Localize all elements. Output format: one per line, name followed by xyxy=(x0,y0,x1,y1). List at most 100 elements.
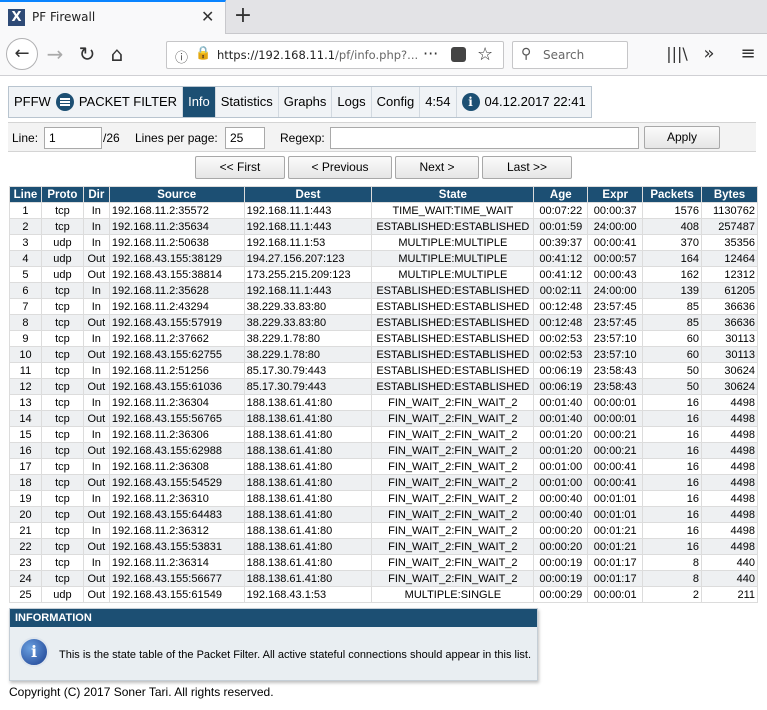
tab-config[interactable]: Config xyxy=(372,87,421,117)
table-row: 13 tcp In 192.168.11.2:36304 188.138.61.41:8… xyxy=(9,394,758,411)
table-row: 20 tcp Out 192.168.43.155:64483 188.138.61.4… xyxy=(9,506,758,523)
cell-dest: 192.168.43.1:53 xyxy=(243,586,373,603)
cell-dest: 192.168.11.1:443 xyxy=(243,282,373,299)
cell-source: 192.168.11.2:36312 xyxy=(108,522,245,539)
last-page-button[interactable]: Last >> xyxy=(482,156,572,179)
cell-proto: udp xyxy=(40,234,84,251)
menu-icon[interactable] xyxy=(55,93,74,111)
table-row: 8 tcp Out 192.168.43.155:57919 38.229.33.83:… xyxy=(9,314,758,331)
cell-expr: 00:00:43 xyxy=(587,266,644,283)
cell-state: MULTIPLE:SINGLE xyxy=(371,586,535,603)
forward-arrow-icon[interactable]: → xyxy=(40,39,70,69)
page-actions-icon[interactable]: ··· xyxy=(423,44,438,63)
cell-expr: 00:00:41 xyxy=(587,234,644,251)
cell-dir: Out xyxy=(82,314,110,331)
cell-expr: 23:58:43 xyxy=(587,362,644,379)
cell-state: FIN_WAIT_2:FIN_WAIT_2 xyxy=(371,506,535,523)
cell-line: 7 xyxy=(9,298,42,315)
packet-filter-menu[interactable]: PACKET FILTER xyxy=(79,87,177,117)
col-header-dir[interactable]: Dir xyxy=(82,186,110,203)
col-header-age[interactable]: Age xyxy=(533,186,589,203)
tab-graphs[interactable]: Graphs xyxy=(279,87,333,117)
table-row: 19 tcp In 192.168.11.2:36310 188.138.61.41:8… xyxy=(9,490,758,507)
cell-source: 192.168.43.155:38814 xyxy=(108,266,245,283)
cell-dest: 38.229.33.83:80 xyxy=(243,314,373,331)
cell-expr: 00:00:41 xyxy=(587,458,644,475)
tab-statistics[interactable]: Statistics xyxy=(216,87,279,117)
col-header-bytes[interactable]: Bytes xyxy=(701,186,758,203)
cell-proto: tcp xyxy=(40,554,84,571)
line-input[interactable] xyxy=(44,127,102,149)
cell-age: 00:06:19 xyxy=(533,362,589,379)
hamburger-menu-icon[interactable]: ≡ xyxy=(733,39,763,69)
col-header-state[interactable]: State xyxy=(371,186,535,203)
col-header-packets[interactable]: Packets xyxy=(642,186,703,203)
cell-dir: In xyxy=(82,490,110,507)
col-header-dest[interactable]: Dest xyxy=(243,186,373,203)
home-icon[interactable]: ⌂ xyxy=(102,39,132,69)
cell-state: ESTABLISHED:ESTABLISHED xyxy=(371,330,535,347)
regexp-input[interactable] xyxy=(330,127,639,149)
bookmark-star-icon[interactable]: ☆ xyxy=(477,44,493,65)
tab-info[interactable]: Info xyxy=(183,87,216,117)
back-arrow-icon[interactable]: ← xyxy=(6,38,38,70)
cell-line: 11 xyxy=(9,362,42,379)
cell-bytes: 440 xyxy=(701,554,758,571)
info-icon[interactable]: i xyxy=(461,93,480,111)
cell-dir: In xyxy=(82,202,110,219)
cell-bytes: 36636 xyxy=(701,298,758,315)
first-page-button[interactable]: << First xyxy=(195,156,285,179)
close-tab-icon[interactable]: ✕ xyxy=(201,7,214,26)
apply-button[interactable]: Apply xyxy=(644,126,720,149)
col-header-source[interactable]: Source xyxy=(108,186,245,203)
cell-state: FIN_WAIT_2:FIN_WAIT_2 xyxy=(371,410,535,427)
cell-age: 00:00:19 xyxy=(533,570,589,587)
col-header-proto[interactable]: Proto xyxy=(40,186,84,203)
cell-dir: In xyxy=(82,330,110,347)
new-tab-icon[interactable]: + xyxy=(230,2,256,30)
lines-per-page-input[interactable] xyxy=(225,127,265,149)
previous-page-button[interactable]: < Previous xyxy=(288,156,392,179)
pocket-icon[interactable] xyxy=(451,47,466,62)
cell-line: 14 xyxy=(9,410,42,427)
browser-tab[interactable]: X PF Firewall ✕ xyxy=(0,0,226,34)
cell-packets: 16 xyxy=(642,458,703,475)
url-text[interactable]: https://192.168.11.1/pf/info.php?... xyxy=(217,48,418,62)
table-row: 25 udp Out 192.168.43.155:61549 192.168.43.1… xyxy=(9,586,758,603)
lines-per-page-label: Lines per page: xyxy=(135,131,218,145)
library-icon[interactable]: |||\ xyxy=(662,39,692,69)
cell-bytes: 12312 xyxy=(701,266,758,283)
cell-age: 00:01:59 xyxy=(533,218,589,235)
overflow-chevron-icon[interactable]: » xyxy=(694,39,724,69)
cell-packets: 16 xyxy=(642,426,703,443)
tab-logs[interactable]: Logs xyxy=(332,87,372,117)
reload-icon[interactable]: ↻ xyxy=(72,39,102,69)
cell-proto: tcp xyxy=(40,298,84,315)
cell-dir: Out xyxy=(82,250,110,267)
cell-bytes: 4498 xyxy=(701,506,758,523)
cell-line: 25 xyxy=(9,586,42,603)
col-header-expr[interactable]: Expr xyxy=(587,186,644,203)
table-row: 16 tcp Out 192.168.43.155:62988 188.138.61.4… xyxy=(9,442,758,459)
cell-dir: In xyxy=(82,394,110,411)
cell-line: 20 xyxy=(9,506,42,523)
cell-packets: 2 xyxy=(642,586,703,603)
url-bar[interactable]: ⓘ 🔒 https://192.168.11.1/pf/info.php?...… xyxy=(166,41,504,69)
cell-age: 00:07:22 xyxy=(533,202,589,219)
warning-lock-icon[interactable]: 🔒 xyxy=(195,46,211,61)
cell-line: 17 xyxy=(9,458,42,475)
col-header-line[interactable]: Line xyxy=(9,186,42,203)
cell-bytes: 61205 xyxy=(701,282,758,299)
site-info-icon[interactable]: ⓘ xyxy=(175,47,188,66)
cell-source: 192.168.11.2:36310 xyxy=(108,490,245,507)
cell-expr: 00:01:01 xyxy=(587,506,644,523)
cell-age: 00:02:53 xyxy=(533,346,589,363)
next-page-button[interactable]: Next > xyxy=(395,156,479,179)
cell-packets: 139 xyxy=(642,282,703,299)
brand[interactable]: PFFW PACKET FILTER xyxy=(9,87,184,117)
search-input[interactable]: ⚲ Search xyxy=(512,41,628,69)
table-row: 21 tcp In 192.168.11.2:36312 188.138.61.41:8… xyxy=(9,522,758,539)
cell-state: FIN_WAIT_2:FIN_WAIT_2 xyxy=(371,474,535,491)
cell-dest: 188.138.61.41:80 xyxy=(243,506,373,523)
cell-dest: 188.138.61.41:80 xyxy=(243,410,373,427)
